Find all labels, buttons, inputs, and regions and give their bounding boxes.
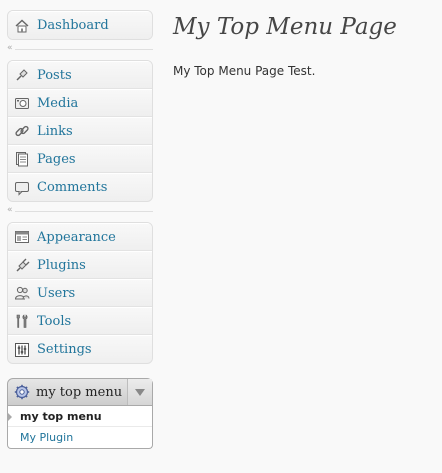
menu-separator[interactable]: « bbox=[7, 206, 153, 216]
menu-separator[interactable]: « bbox=[7, 44, 153, 54]
sidebar-item-dashboard[interactable]: Dashboard bbox=[8, 11, 152, 39]
sidebar-item-label: Dashboard bbox=[37, 18, 109, 33]
sidebar-item-comments[interactable]: Comments bbox=[8, 173, 152, 201]
appearance-icon bbox=[14, 229, 30, 245]
settings-icon bbox=[14, 342, 30, 358]
sidebar-item-label: Comments bbox=[37, 180, 108, 195]
content-menu-group: Posts Media Links Pages Comments bbox=[7, 60, 153, 202]
dashboard-group: Dashboard bbox=[7, 10, 153, 40]
links-chain-icon bbox=[14, 123, 30, 139]
comments-bubble-icon bbox=[14, 180, 30, 196]
sidebar-item-label: Users bbox=[37, 285, 76, 301]
sidebar-item-tools[interactable]: Tools bbox=[8, 307, 152, 335]
sidebar-item-links[interactable]: Links bbox=[8, 117, 152, 145]
sidebar-item-label: Settings bbox=[37, 342, 92, 357]
page-title: My Top Menu Page bbox=[173, 14, 397, 40]
sidebar-item-media[interactable]: Media bbox=[8, 89, 152, 117]
submenu-item-my-plugin[interactable]: My Plugin bbox=[8, 427, 152, 448]
gear-icon bbox=[14, 384, 30, 400]
tools-icon bbox=[14, 313, 30, 329]
dashboard-house-icon bbox=[14, 18, 30, 34]
sidebar-item-appearance[interactable]: Appearance bbox=[8, 223, 152, 251]
sidebar-item-pages[interactable]: Pages bbox=[8, 145, 152, 173]
admin-menu-group: Appearance Plugins Users Tools Settings bbox=[7, 222, 153, 364]
sidebar-item-posts[interactable]: Posts bbox=[8, 61, 152, 89]
sidebar-item-label: Links bbox=[37, 123, 73, 139]
sidebar-item-label: Appearance bbox=[37, 229, 116, 245]
media-camera-icon bbox=[14, 95, 30, 111]
current-pointer-icon bbox=[7, 412, 12, 422]
posts-pin-icon bbox=[14, 67, 30, 83]
sidebar-item-plugins[interactable]: Plugins bbox=[8, 251, 152, 279]
page-body-text: My Top Menu Page Test. bbox=[173, 64, 316, 78]
sidebar-item-label: Pages bbox=[37, 151, 76, 167]
submenu: my top menu My Plugin bbox=[7, 406, 153, 449]
triangle-down-icon bbox=[135, 388, 145, 396]
users-icon bbox=[14, 285, 30, 301]
sidebar-item-label: Posts bbox=[37, 67, 72, 83]
sidebar-item-label: Media bbox=[37, 95, 79, 111]
sidebar-item-settings[interactable]: Settings bbox=[8, 335, 152, 363]
submenu-item-my-top-menu[interactable]: my top menu bbox=[8, 406, 152, 427]
sidebar-item-label: my top menu bbox=[36, 384, 123, 400]
submenu-toggle[interactable] bbox=[127, 379, 152, 405]
admin-sidebar: Dashboard « Posts Media Links Pages Comm… bbox=[7, 10, 153, 449]
separator-line bbox=[15, 211, 153, 212]
main-content: My Top Menu Page My Top Menu Page Test. bbox=[173, 12, 397, 78]
sidebar-item-label: Tools bbox=[37, 313, 72, 329]
sidebar-item-users[interactable]: Users bbox=[8, 279, 152, 307]
sidebar-item-my-top-menu[interactable]: my top menu bbox=[7, 378, 153, 406]
sidebar-item-label: Plugins bbox=[37, 257, 86, 273]
plugins-icon bbox=[14, 257, 30, 273]
pages-icon bbox=[14, 151, 30, 167]
separator-line bbox=[15, 49, 153, 50]
